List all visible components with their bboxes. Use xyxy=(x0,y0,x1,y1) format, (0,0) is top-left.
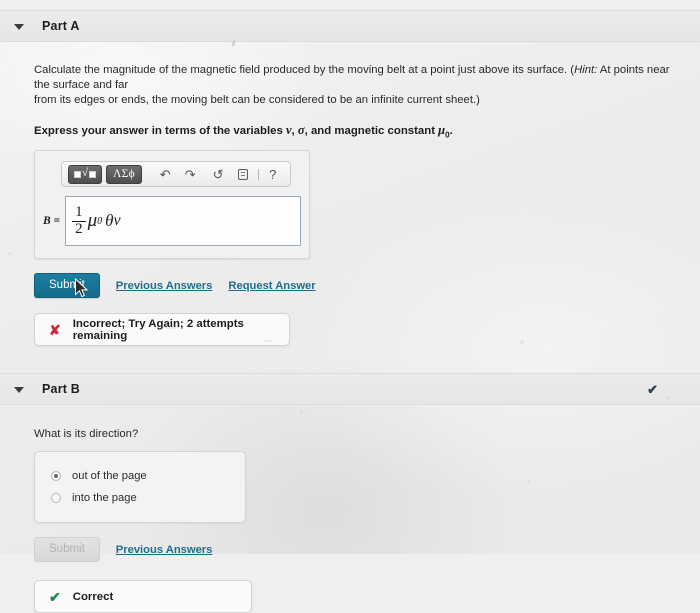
answer-row: B = 1 2 μ0 θv xyxy=(43,196,301,247)
part-a-question: Calculate the magnitude of the magnetic … xyxy=(34,63,674,108)
instruction-post: , and magnetic constant xyxy=(304,125,439,137)
template-box2-icon xyxy=(89,170,97,178)
chevron-down-icon-b[interactable] xyxy=(14,387,24,394)
keyboard-icon[interactable] xyxy=(237,168,248,180)
part-b-title: Part B xyxy=(42,382,81,397)
template-box-icon xyxy=(73,170,81,178)
part-b-question: What is its direction? xyxy=(34,428,139,441)
part-a-request-answer-link[interactable]: Request Answer xyxy=(228,280,315,292)
x-icon: ✘ xyxy=(49,321,61,338)
instruction-pre: Express your answer in terms of the vari… xyxy=(34,125,286,137)
part-a-body: Calculate the magnitude of the magnetic … xyxy=(0,63,700,347)
part-a-title: Part A xyxy=(42,19,80,33)
part-b-status-check-icon: ✔ xyxy=(647,381,658,397)
answer-v: v xyxy=(113,212,121,230)
part-a-feedback-text: Incorrect; Try Again; 2 attempts remaini… xyxy=(72,317,244,342)
undo-icon[interactable]: ↶ xyxy=(160,165,171,184)
part-b-feedback-correct: ✔ Correct xyxy=(34,580,252,613)
toolbar-divider xyxy=(257,168,259,180)
sqrt-icon: √ xyxy=(81,167,89,180)
hint-label: Hint: xyxy=(574,64,598,76)
part-b-feedback-text: Correct xyxy=(72,590,114,603)
part-b-body: What is its direction? out of the page i… xyxy=(0,428,700,613)
part-a-instruction: Express your answer in terms of the vari… xyxy=(34,123,700,139)
part-a-submit-button[interactable]: Submit xyxy=(34,273,100,299)
part-a-button-row: Submit Previous Answers Request Answer xyxy=(34,273,700,299)
question-line1-pre: Calculate the magnitude of the magnetic … xyxy=(34,64,575,76)
choice-out-of-the-page[interactable]: out of the page xyxy=(35,465,245,487)
math-toolbar: √ ΛΣϕ ↶ ↷ ↺ ? xyxy=(61,161,291,188)
answer-mu: μ xyxy=(87,210,98,232)
choice-label-into: into the page xyxy=(72,492,137,505)
reset-icon[interactable]: ↺ xyxy=(213,165,224,184)
fraction-numerator: 1 xyxy=(75,204,83,221)
part-b-previous-answers-link[interactable]: Previous Answers xyxy=(116,544,213,556)
choice-label-out: out of the page xyxy=(72,470,147,483)
variable-sigma: σ xyxy=(297,123,305,137)
greek-symbols-button[interactable]: ΛΣϕ xyxy=(106,164,142,184)
answer-label: B = xyxy=(43,215,61,228)
radio-into-the-page[interactable] xyxy=(51,493,61,504)
part-b-choices: out of the page into the page xyxy=(34,451,246,524)
answer-panel: √ ΛΣϕ ↶ ↷ ↺ ? B = 1 2 μ0 θ v xyxy=(34,150,310,260)
redo-icon[interactable]: ↷ xyxy=(185,165,196,184)
check-icon: ✔ xyxy=(49,588,61,605)
fraction-denominator: 2 xyxy=(72,220,86,237)
choice-into-the-page[interactable]: into the page xyxy=(35,487,245,509)
question-line2: from its edges or ends, the moving belt … xyxy=(34,94,480,106)
fraction: 1 2 xyxy=(72,205,86,237)
part-a-feedback-incorrect: ✘ Incorrect; Try Again; 2 attempts remai… xyxy=(34,313,290,347)
chevron-down-icon[interactable] xyxy=(14,24,24,30)
part-b-submit-button: Submit xyxy=(34,537,100,563)
part-b-header[interactable]: Part B ✔ xyxy=(0,373,700,406)
answer-theta: θ xyxy=(105,211,114,231)
answer-input[interactable]: 1 2 μ0 θv xyxy=(65,196,301,247)
part-a-header[interactable]: Part A xyxy=(0,10,700,42)
part-a-previous-answers-link[interactable]: Previous Answers xyxy=(116,280,213,292)
help-icon[interactable]: ? xyxy=(269,165,277,184)
template-sqrt-button[interactable]: √ xyxy=(68,164,102,184)
instruction-end: . xyxy=(449,125,453,137)
radio-out-of-the-page[interactable] xyxy=(51,471,61,482)
part-b-section: Part B ✔ What is its direction? out of t… xyxy=(0,373,700,613)
part-b-button-row: Submit Previous Answers xyxy=(34,537,700,563)
answer-mu-subscript: 0 xyxy=(97,215,103,227)
